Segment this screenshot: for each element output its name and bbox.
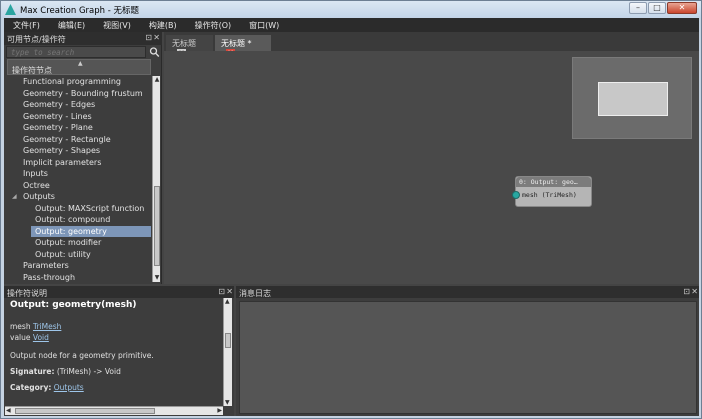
tree-item[interactable]: Geometry - Bounding frustum bbox=[7, 88, 151, 100]
window-title: Max Creation Graph - 无标题 bbox=[20, 6, 139, 16]
app-window: Max Creation Graph - 无标题 – □ ✕ 文件(F) 编辑(… bbox=[0, 0, 702, 419]
scroll-up-icon[interactable]: ▲ bbox=[153, 76, 161, 84]
menu-build[interactable]: 构建(B) bbox=[140, 18, 186, 32]
tree-item[interactable]: Inputs bbox=[7, 168, 151, 180]
menu-file[interactable]: 文件(F) bbox=[4, 18, 49, 32]
operator-tree: Functional programming Geometry - Boundi… bbox=[7, 76, 151, 282]
node-title: 0: Output: geo… bbox=[516, 177, 591, 187]
description-panel-header: 操作符说明 ⊡ ✕ bbox=[4, 286, 234, 298]
type-link[interactable]: Void bbox=[33, 333, 49, 342]
log-output[interactable] bbox=[239, 301, 697, 414]
scroll-right-icon[interactable]: ▶ bbox=[217, 407, 222, 414]
operator-tree-scrollbar[interactable]: ▲ ▼ bbox=[152, 76, 160, 282]
tree-item[interactable]: Output: MAXScript function bbox=[7, 203, 151, 215]
collapse-arrow-icon[interactable]: ◢ bbox=[12, 191, 17, 203]
tree-item[interactable]: Geometry - Plane bbox=[7, 122, 151, 134]
panel-close-icon[interactable]: ✕ bbox=[226, 287, 233, 296]
operator-description-panel: 操作符说明 ⊡ ✕ Output: geometry(mesh) mesh Tr… bbox=[4, 286, 234, 416]
param-row: mesh TriMesh bbox=[10, 322, 62, 331]
tree-column-label: 操作符节点 bbox=[12, 66, 52, 75]
title-bar[interactable]: Max Creation Graph - 无标题 – □ ✕ bbox=[1, 1, 701, 18]
menu-view[interactable]: 视图(V) bbox=[94, 18, 140, 32]
minimap-viewport[interactable] bbox=[598, 82, 668, 116]
input-port-icon[interactable] bbox=[512, 191, 520, 199]
tree-item[interactable]: Output: utility bbox=[7, 249, 151, 261]
operators-panel-title: 可用节点/操作符 bbox=[7, 35, 66, 44]
tree-item-selected[interactable]: Output: geometry bbox=[31, 225, 151, 237]
message-log-panel: 消息日志 ⊡ ✕ bbox=[236, 286, 699, 416]
tree-item[interactable]: Octree bbox=[7, 180, 151, 192]
param-row: value Void bbox=[10, 333, 49, 342]
tree-item[interactable]: Geometry - Shapes bbox=[7, 145, 151, 157]
workspace: 可用节点/操作符 ⊡ ✕ ▲ 操作符节点 Functional programm… bbox=[4, 32, 699, 416]
tree-item[interactable]: Implicit parameters bbox=[7, 157, 151, 169]
graph-canvas[interactable]: 0: Output: geo… mesh (TriMesh) bbox=[164, 51, 699, 284]
minimap[interactable] bbox=[572, 57, 692, 139]
close-button[interactable]: ✕ bbox=[667, 2, 697, 14]
node-port-label: mesh (TriMesh) bbox=[522, 191, 577, 199]
signature-row: Signature: (TriMesh) -> Void bbox=[10, 367, 121, 376]
tree-item[interactable]: Output: compound bbox=[7, 214, 151, 226]
pin-icon[interactable]: ⊡ bbox=[683, 287, 690, 296]
scroll-down-icon[interactable]: ▼ bbox=[153, 274, 161, 282]
app-logo-icon bbox=[5, 4, 16, 15]
window-controls: – □ ✕ bbox=[629, 2, 697, 14]
scroll-left-icon[interactable]: ◀ bbox=[6, 407, 11, 414]
panel-close-icon[interactable]: ✕ bbox=[691, 287, 698, 296]
sort-arrow-icon: ▲ bbox=[78, 60, 83, 67]
operators-panel-header: 可用节点/操作符 ⊡ ✕ bbox=[4, 32, 162, 45]
minimize-button[interactable]: – bbox=[629, 2, 647, 14]
search-icon[interactable] bbox=[149, 46, 160, 58]
tree-item[interactable]: Geometry - Rectangle bbox=[7, 134, 151, 146]
output-geometry-node[interactable]: 0: Output: geo… mesh (TriMesh) bbox=[512, 176, 592, 207]
tree-item[interactable]: Geometry - Lines bbox=[7, 111, 151, 123]
operators-panel: 可用节点/操作符 ⊡ ✕ ▲ 操作符节点 Functional programm… bbox=[4, 32, 162, 284]
tab-untitled-active[interactable]: 无标题 *✕ bbox=[215, 35, 271, 58]
maximize-button[interactable]: □ bbox=[648, 2, 666, 14]
panel-close-icon[interactable]: ✕ bbox=[153, 33, 160, 42]
tree-item[interactable]: Parameters bbox=[7, 260, 151, 272]
tree-item[interactable]: Geometry - Edges bbox=[7, 99, 151, 111]
tree-item[interactable]: Pass-through bbox=[7, 272, 151, 283]
menu-operators[interactable]: 操作符(O) bbox=[186, 18, 241, 32]
scroll-down-icon[interactable]: ▼ bbox=[225, 399, 230, 406]
category-row: Category: Outputs bbox=[10, 383, 84, 392]
pin-icon[interactable]: ⊡ bbox=[145, 33, 152, 42]
type-link[interactable]: TriMesh bbox=[33, 322, 61, 331]
tree-item[interactable]: Functional programming bbox=[7, 76, 151, 88]
scrollbar-thumb[interactable] bbox=[225, 333, 231, 348]
menu-edit[interactable]: 编辑(E) bbox=[49, 18, 94, 32]
search-input[interactable] bbox=[6, 46, 146, 58]
tree-item[interactable]: Output: modifier bbox=[7, 237, 151, 249]
tree-column-header[interactable]: ▲ 操作符节点 bbox=[7, 59, 151, 75]
scrollbar-thumb[interactable] bbox=[15, 408, 155, 414]
menu-window[interactable]: 窗口(W) bbox=[240, 18, 288, 32]
tab-untitled[interactable]: 无标题✕ bbox=[166, 35, 213, 58]
pin-icon[interactable]: ⊡ bbox=[218, 287, 225, 296]
scroll-up-icon[interactable]: ▲ bbox=[225, 298, 230, 305]
tree-item-outputs[interactable]: ◢ Outputs bbox=[7, 191, 151, 203]
description-hscrollbar[interactable]: ◀ ▶ bbox=[5, 406, 223, 415]
scrollbar-thumb[interactable] bbox=[154, 186, 160, 266]
log-panel-header: 消息日志 ⊡ ✕ bbox=[236, 286, 699, 298]
menu-bar: 文件(F) 编辑(E) 视图(V) 构建(B) 操作符(O) 窗口(W) bbox=[4, 18, 699, 32]
operator-summary: Output node for a geometry primitive. bbox=[10, 351, 154, 360]
document-tab-bar: 无标题✕ 无标题 *✕ bbox=[164, 32, 699, 58]
search-row bbox=[6, 46, 160, 58]
description-vscrollbar[interactable]: ▲ ▼ bbox=[223, 298, 232, 406]
description-panel-title: 操作符说明 bbox=[7, 289, 47, 298]
log-panel-title: 消息日志 bbox=[239, 289, 271, 298]
description-content: Output: geometry(mesh) mesh TriMesh valu… bbox=[4, 298, 222, 406]
category-link[interactable]: Outputs bbox=[54, 383, 84, 392]
operator-title: Output: geometry(mesh) bbox=[10, 300, 137, 310]
